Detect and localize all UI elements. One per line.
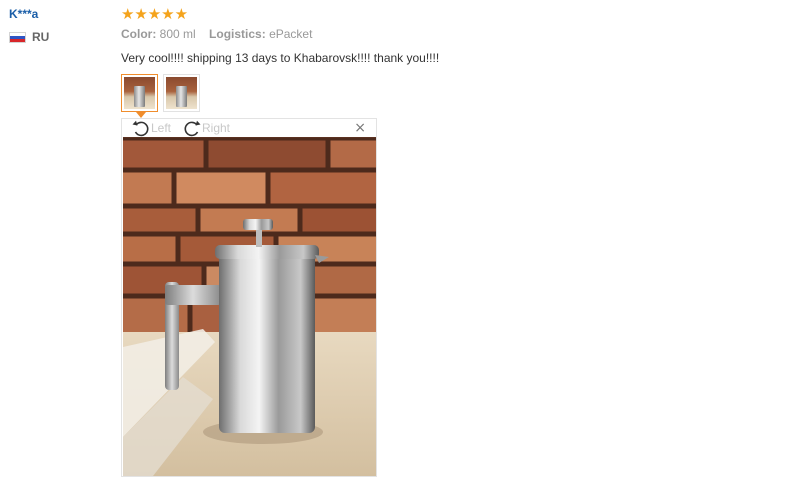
review-photo <box>123 137 376 476</box>
rotate-left-button[interactable]: Left <box>131 119 171 137</box>
review-body: ★ ★ ★ ★ ★ Color: 800 ml Logistics: ePack… <box>121 6 781 118</box>
star-icon: ★ <box>134 5 148 23</box>
viewer-toolbar: Left Right × <box>122 119 376 137</box>
logistics-label: Logistics: <box>209 27 266 41</box>
photo-thumbnails <box>121 74 781 118</box>
reviewer-info: K***a RU <box>9 7 109 44</box>
star-icon: ★ <box>147 5 162 23</box>
color-value: 800 ml <box>159 27 196 41</box>
russia-flag-icon <box>9 31 26 43</box>
rotate-right-button[interactable]: Right <box>182 119 230 137</box>
star-icon: ★ <box>121 5 135 23</box>
reviewer-country: RU <box>9 30 109 44</box>
order-info: Color: 800 ml Logistics: ePacket <box>121 27 781 41</box>
thumbnail-image <box>124 77 155 109</box>
star-rating: ★ ★ ★ ★ ★ <box>121 6 781 22</box>
color-label: Color: <box>121 27 157 41</box>
french-press-photo <box>123 137 376 476</box>
star-icon: ★ <box>161 5 175 23</box>
rotate-left-label: Left <box>151 121 172 135</box>
close-icon[interactable]: × <box>354 120 366 136</box>
rotate-right-icon <box>184 120 201 137</box>
reviewer-name[interactable]: K***a <box>9 7 109 21</box>
rotate-left-icon <box>132 120 149 137</box>
photo-viewer: Left Right × <box>121 118 377 477</box>
thumbnail-image <box>166 77 197 109</box>
country-code: RU <box>32 30 50 44</box>
logistics-value: ePacket <box>269 27 313 41</box>
photo-thumbnail-2[interactable] <box>163 74 200 112</box>
photo-thumbnail-1[interactable] <box>121 74 158 118</box>
star-icon: ★ <box>174 5 189 23</box>
review-text: Very cool!!!! shipping 13 days to Khabar… <box>121 51 440 65</box>
rotate-right-label: Right <box>202 121 231 135</box>
